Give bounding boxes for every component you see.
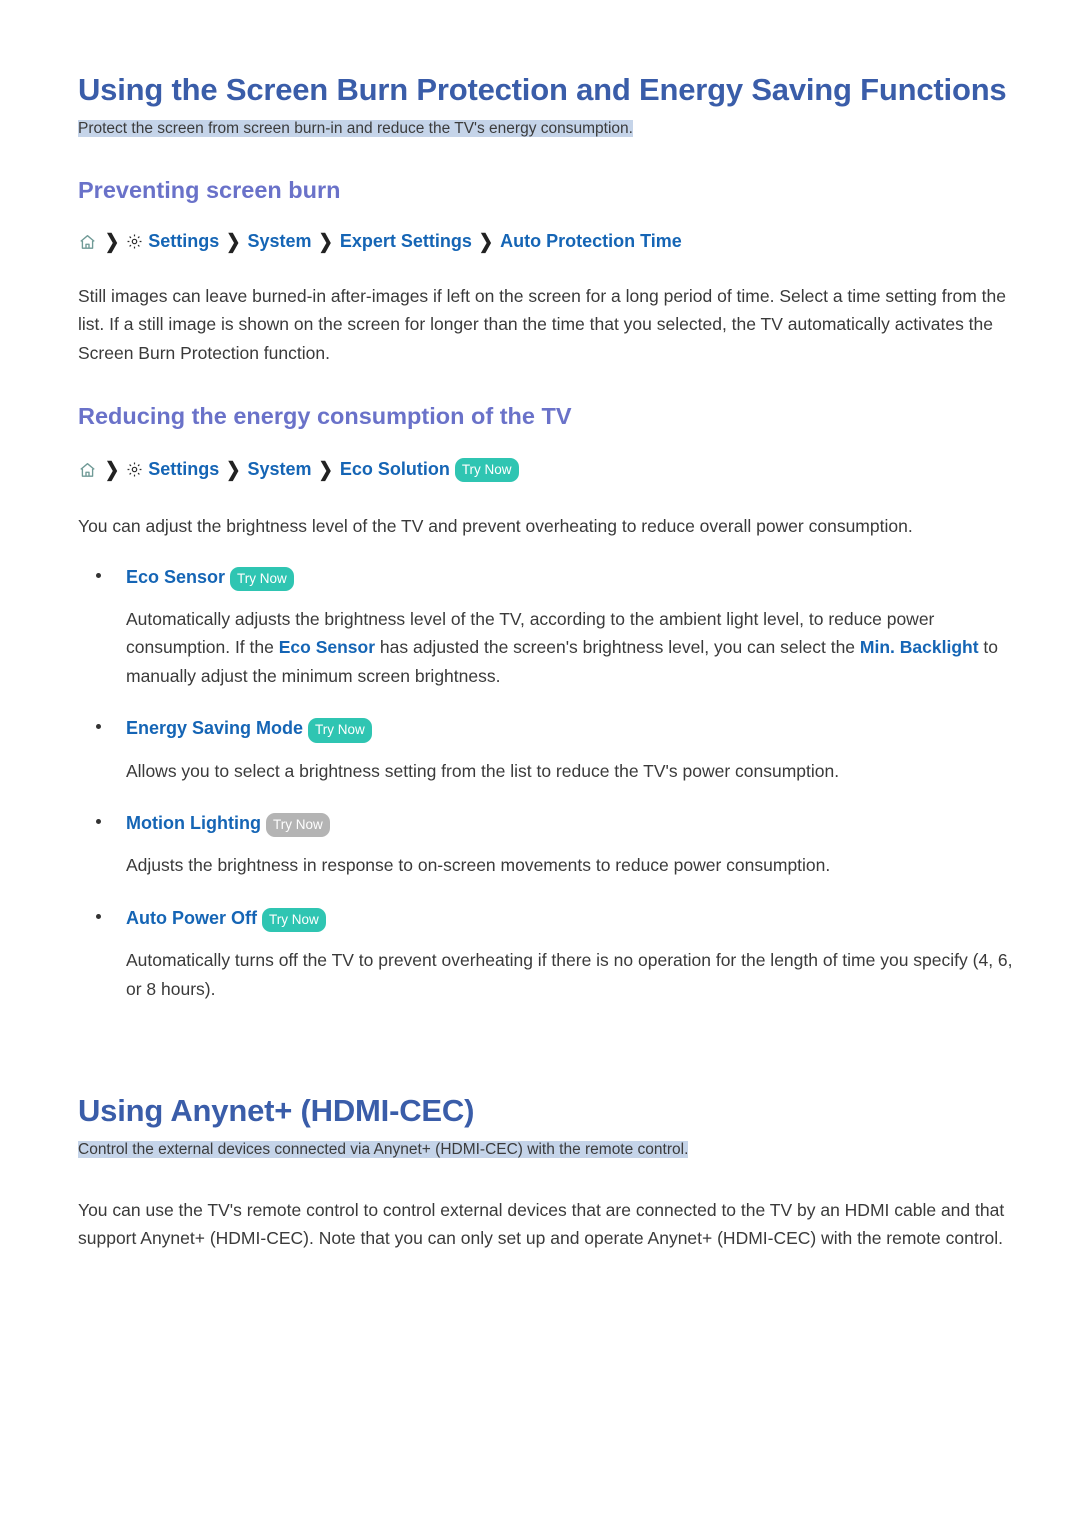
breadcrumb-item-auto-protection-time[interactable]: Auto Protection Time <box>500 231 682 252</box>
page-subtitle-wrap-anynet: Control the external devices connected v… <box>78 1138 1020 1162</box>
gear-icon[interactable] <box>126 233 143 250</box>
breadcrumb-item-settings[interactable]: Settings <box>148 231 219 252</box>
bullet-label: Motion Lighting <box>126 812 261 833</box>
bullet-energy-saving-mode[interactable]: Energy Saving Mode Try Now <box>78 718 1020 743</box>
section-heading-reducing-energy-consumption: Reducing the energy consumption of the T… <box>78 403 572 430</box>
bullet-dot-icon <box>96 913 101 919</box>
list-item: Motion Lighting Try Now Adjusts the brig… <box>78 812 1020 880</box>
chevron-right-icon: ❯ <box>226 458 241 481</box>
bullet-label: Auto Power Off <box>126 907 257 928</box>
chevron-right-icon: ❯ <box>105 230 120 252</box>
paragraph-preventing-screen-burn: Still images can leave burned-in after-i… <box>78 286 1006 363</box>
try-now-badge[interactable]: Try Now <box>308 718 372 743</box>
breadcrumb-item-eco-solution[interactable]: Eco Solution <box>340 459 450 480</box>
try-now-badge[interactable]: Try Now <box>454 457 519 483</box>
bullet-label: Eco Sensor <box>126 566 226 587</box>
try-now-badge[interactable]: Try Now <box>262 907 326 933</box>
page-title: Using the Screen Burn Protection and Ene… <box>78 72 1007 107</box>
try-now-badge[interactable]: Try Now <box>230 566 294 592</box>
bullet-body-energy-saving-mode: Allows you to select a brightness settin… <box>126 760 840 781</box>
chevron-right-icon: ❯ <box>318 458 333 481</box>
list-item: Eco Sensor Try Now Automatically adjusts… <box>78 566 1020 691</box>
inline-term-min-backlight[interactable]: Min. Backlight <box>860 637 979 657</box>
paragraph-anynet: You can use the TV's remote control to c… <box>78 1199 1005 1248</box>
page-title-anynet: Using Anynet+ (HDMI-CEC) <box>78 1092 475 1128</box>
chevron-right-icon: ❯ <box>105 458 120 481</box>
list-item: Energy Saving Mode Try Now Allows you to… <box>78 718 1020 785</box>
text-fragment: has adjusted the screen's brightness lev… <box>375 637 860 658</box>
gear-icon[interactable] <box>126 461 143 478</box>
bullet-dot-icon <box>96 724 101 730</box>
page-subtitle-wrap: Protect the screen from screen burn-in a… <box>78 117 1020 141</box>
bullet-body-eco-sensor: Automatically adjusts the brightness lev… <box>78 605 1020 690</box>
chevron-right-icon: ❯ <box>318 230 333 252</box>
chevron-right-icon: ❯ <box>226 230 241 252</box>
section-heading-preventing-screen-burn: Preventing screen burn <box>78 176 341 203</box>
page-subtitle-anynet: Control the external devices connected v… <box>78 1140 689 1158</box>
bullet-eco-sensor[interactable]: Eco Sensor Try Now <box>78 566 1020 592</box>
home-icon[interactable] <box>78 233 97 251</box>
paragraph-reducing-energy-consumption: You can adjust the brightness level of t… <box>78 516 913 537</box>
bullet-label: Energy Saving Mode <box>126 718 304 739</box>
breadcrumb-item-system[interactable]: System <box>248 231 312 252</box>
inline-term-eco-sensor[interactable]: Eco Sensor <box>279 637 375 657</box>
chevron-right-icon: ❯ <box>478 230 494 252</box>
bullet-dot-icon <box>96 572 101 578</box>
breadcrumb: ❯ Settings ❯ System ❯ Expert Settings ❯ … <box>78 230 1020 252</box>
page-subtitle: Protect the screen from screen burn-in a… <box>78 119 633 137</box>
breadcrumb: ❯ Settings ❯ System ❯ Eco Solution Try N… <box>78 457 1020 483</box>
try-now-badge[interactable]: Try Now <box>265 812 330 838</box>
breadcrumb-item-settings[interactable]: Settings <box>148 459 219 480</box>
bullet-body-auto-power-off: Automatically turns off the TV to preven… <box>126 950 1013 999</box>
bullet-motion-lighting[interactable]: Motion Lighting Try Now <box>78 812 1020 838</box>
bullet-auto-power-off[interactable]: Auto Power Off Try Now <box>78 907 1020 933</box>
bullet-dot-icon <box>96 818 101 824</box>
home-icon[interactable] <box>78 461 97 479</box>
document-page: Using the Screen Burn Protection and Ene… <box>0 0 1080 1527</box>
bullet-body-motion-lighting: Adjusts the brightness in response to on… <box>126 855 831 876</box>
list-item: Auto Power Off Try Now Automatically tur… <box>78 907 1020 1003</box>
eco-solution-list: Eco Sensor Try Now Automatically adjusts… <box>78 566 1020 1003</box>
breadcrumb-item-expert-settings[interactable]: Expert Settings <box>340 231 472 252</box>
breadcrumb-item-system[interactable]: System <box>248 459 312 480</box>
